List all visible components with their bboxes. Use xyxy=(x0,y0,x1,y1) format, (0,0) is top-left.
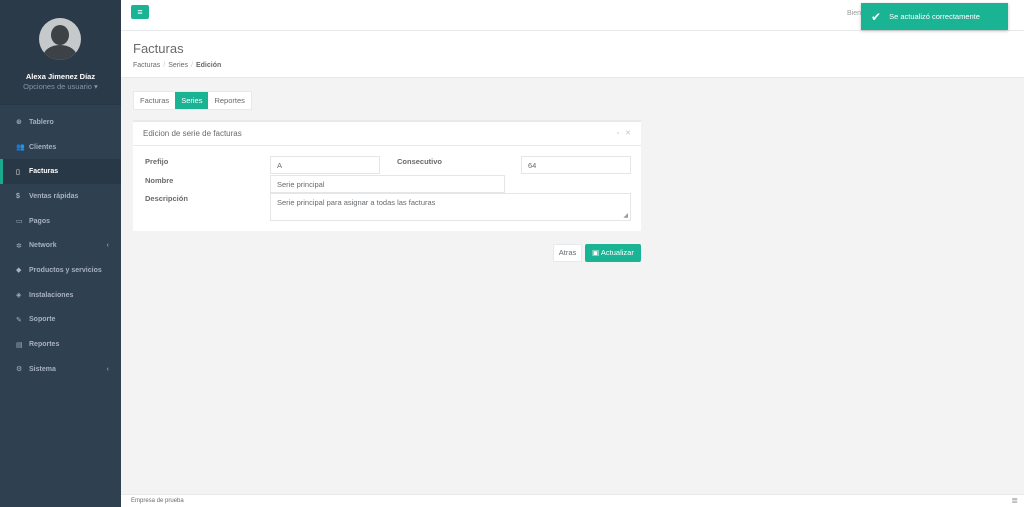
sidebar-item-pagos[interactable]: ▭ Pagos xyxy=(0,209,121,234)
sidebar-item-label: Productos y servicios xyxy=(29,266,102,274)
page-heading: Facturas Facturas / Series / Edición xyxy=(121,31,1024,78)
sidebar-item-icon: ✲ xyxy=(16,242,22,250)
prefijo-label: Prefijo xyxy=(145,157,169,166)
descripcion-text: Serie principal para asignar a todas las… xyxy=(277,198,436,207)
panel-tools-icons[interactable]: ▫ ✕ xyxy=(617,129,633,137)
check-icon: ✔ xyxy=(871,9,882,24)
panel-title: Edicion de serie de facturas xyxy=(133,122,641,146)
sidebar-item-icon: ◈ xyxy=(16,292,22,300)
footer-company: Empresa de prueba xyxy=(131,498,184,504)
user-name: Alexa Jimenez Díaz xyxy=(25,72,96,81)
sidebar-item-sistema[interactable]: ⚙ Sistema ‹ xyxy=(0,357,121,382)
descripcion-textarea[interactable]: Serie principal para asignar a todas las… xyxy=(270,193,631,221)
sidebar-item-ventas-r-pidas[interactable]: $ Ventas rápidas xyxy=(0,184,121,209)
descripcion-label: Descripción xyxy=(145,194,188,203)
sidebar-item-tablero[interactable]: ⊛ Tablero xyxy=(0,110,121,135)
nombre-label: Nombre xyxy=(145,176,174,185)
sidebar-item-soporte[interactable]: ✎ Soporte xyxy=(0,308,121,333)
sidebar-item-productos-y-servicios[interactable]: ◆ Productos y servicios xyxy=(0,258,121,283)
sidebar-item-icon: ▯ xyxy=(16,168,20,176)
back-button[interactable]: Atras xyxy=(553,244,582,262)
sidebar-item-icon: $ xyxy=(16,192,20,200)
sidebar-item-label: Tablero xyxy=(29,118,54,126)
breadcrumb-separator: / xyxy=(191,62,193,69)
nombre-input[interactable]: Serie principal xyxy=(270,175,505,193)
avatar[interactable] xyxy=(39,18,81,60)
avatar-head xyxy=(51,25,69,45)
page-title: Facturas xyxy=(133,41,184,56)
prefijo-input[interactable]: A xyxy=(270,156,380,174)
update-button-label: Actualizar xyxy=(600,248,634,257)
sidebar-item-label: Network xyxy=(29,242,57,250)
sidebar-item-label: Reportes xyxy=(29,341,60,349)
user-options-dropdown[interactable]: Opciones de usuario ▾ xyxy=(0,82,121,91)
sidebar-item-label: Ventas rápidas xyxy=(29,192,79,200)
breadcrumb-edicion: Edición xyxy=(195,62,222,69)
sidebar-item-icon: ✎ xyxy=(16,316,22,324)
success-toast[interactable]: ✔ Se actualizó correctamente xyxy=(861,3,1008,30)
sidebar-item-icon: ◆ xyxy=(16,267,22,275)
avatar-body xyxy=(43,45,77,60)
consecutivo-label: Consecutivo xyxy=(397,157,443,166)
consecutivo-input[interactable]: 64 xyxy=(521,156,631,174)
save-icon: ▣ xyxy=(592,248,600,257)
breadcrumb-separator: / xyxy=(163,62,166,69)
sidebar-item-label: Pagos xyxy=(29,217,51,225)
sidebar-item-instalaciones[interactable]: ◈ Instalaciones xyxy=(0,283,121,308)
sidebar-item-icon: ⊛ xyxy=(16,119,22,127)
resize-handle-icon[interactable]: ◢ xyxy=(623,212,628,219)
sidebar: Alexa Jimenez Díaz Opciones de usuario ▾… xyxy=(0,0,121,507)
chat-icon[interactable]: ≣ xyxy=(1011,496,1018,505)
update-button[interactable]: ▣ Actualizar xyxy=(585,244,641,262)
tab-reportes[interactable]: Reportes xyxy=(208,92,250,109)
chevron-left-icon: ‹ xyxy=(106,242,109,250)
tab-bar: Facturas Series Reportes xyxy=(133,91,252,110)
sidebar-item-icon: ▤ xyxy=(16,341,23,349)
sidebar-item-label: Instalaciones xyxy=(29,291,74,299)
chevron-left-icon: ‹ xyxy=(106,365,109,373)
sidebar-item-label: Facturas xyxy=(29,168,59,176)
profile-section: Alexa Jimenez Díaz Opciones de usuario ▾ xyxy=(0,0,121,105)
sidebar-item-icon: 👥 xyxy=(16,144,25,152)
sidebar-item-label: Soporte xyxy=(29,316,56,324)
welcome-text: Bien xyxy=(847,10,862,17)
series-edit-panel: Edicion de serie de facturas ▫ ✕ Prefijo… xyxy=(133,120,641,231)
sidebar-item-icon: ▭ xyxy=(16,218,23,226)
sidebar-nav: ⊛ Tablero 👥 Clientes ▯ Facturas $ Ventas rápida… xyxy=(0,110,121,382)
sidebar-item-icon: ⚙ xyxy=(16,366,23,374)
breadcrumb-facturas[interactable]: Facturas xyxy=(133,62,160,69)
sidebar-item-reportes[interactable]: ▤ Reportes xyxy=(0,332,121,357)
breadcrumb-series[interactable]: Series xyxy=(168,62,188,69)
breadcrumb: Facturas / Series / Edición xyxy=(133,62,221,69)
sidebar-item-clientes[interactable]: 👥 Clientes xyxy=(0,135,121,160)
sidebar-item-facturas[interactable]: ▯ Facturas xyxy=(0,159,121,185)
sidebar-item-network[interactable]: ✲ Network ‹ xyxy=(0,233,121,258)
sidebar-item-label: Clientes xyxy=(29,143,57,151)
toast-message: Se actualizó correctamente xyxy=(889,12,980,21)
tab-series[interactable]: Series xyxy=(175,92,209,109)
tab-facturas[interactable]: Facturas xyxy=(134,92,175,109)
footer: Empresa de prueba ≣ xyxy=(121,494,1024,507)
hamburger-menu-button[interactable]: ≡ xyxy=(131,5,149,19)
sidebar-item-label: Sistema xyxy=(29,365,56,373)
